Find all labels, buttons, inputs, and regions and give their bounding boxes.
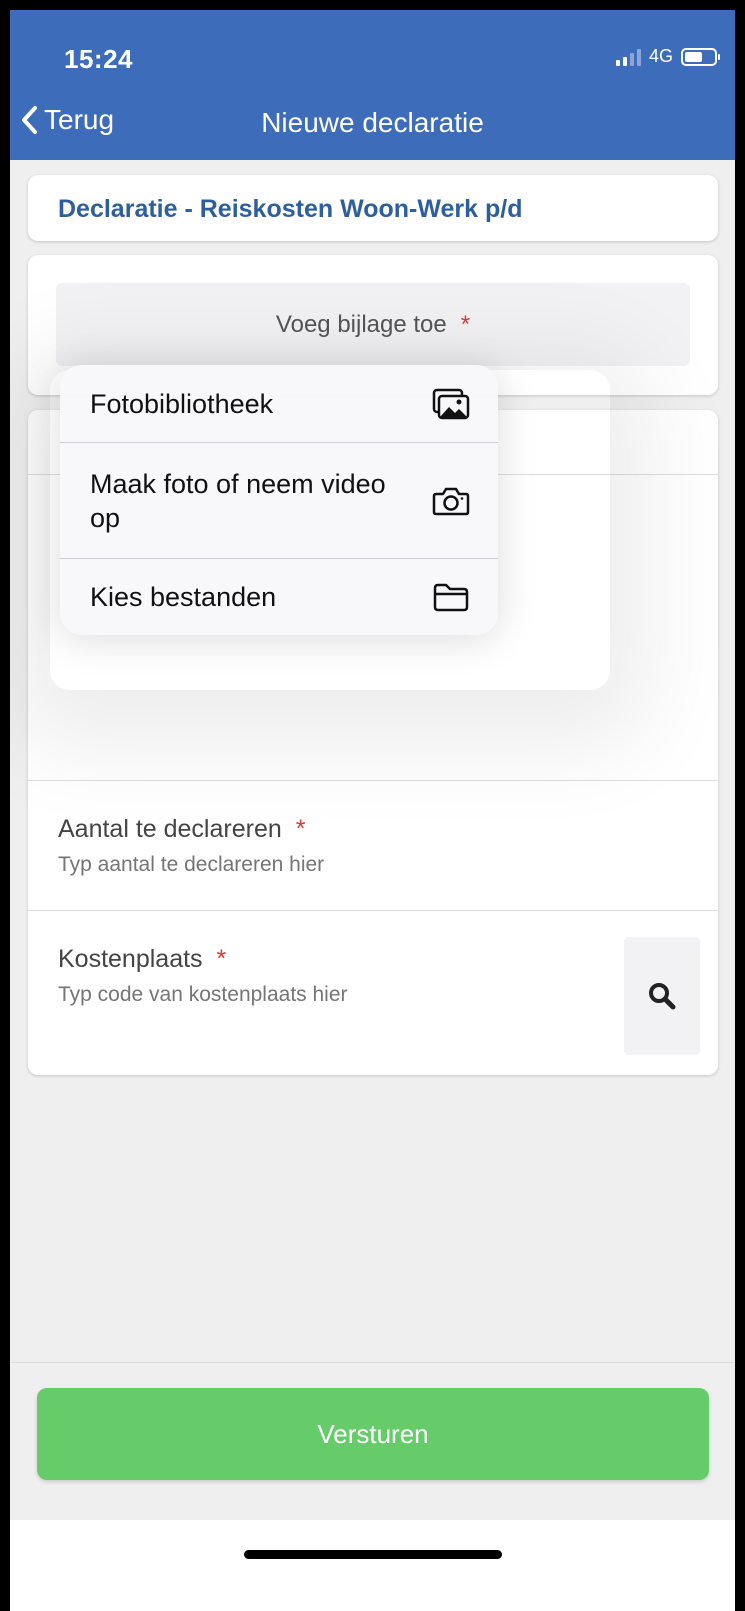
menu-item-choose-files[interactable]: Kies bestanden xyxy=(60,558,498,635)
menu-item-label: Maak foto of neem video op xyxy=(90,468,386,533)
cost-center-label: Kostenplaats * xyxy=(58,945,226,974)
search-icon xyxy=(649,983,676,1010)
photo-library-icon xyxy=(432,388,470,419)
required-mark: * xyxy=(295,815,306,843)
add-attachment-label: Voeg bijlage toe xyxy=(275,310,447,338)
camera-icon xyxy=(432,487,470,515)
folder-icon xyxy=(433,583,469,612)
menu-item-camera[interactable]: Maak foto of neem video op xyxy=(60,442,498,558)
signal-icon xyxy=(615,48,641,66)
cost-center-search-button[interactable] xyxy=(624,937,700,1055)
submit-button[interactable]: Versturen xyxy=(37,1388,709,1480)
screen: 15:24 4G Terug Nieuwe declaratie Declara… xyxy=(10,10,735,1611)
amount-label: Aantal te declareren * xyxy=(58,815,306,844)
page-title: Nieuwe declaratie xyxy=(261,107,484,138)
declaration-type-card: Declaratie - Reiskosten Woon-Werk p/d xyxy=(28,175,718,241)
required-mark: * xyxy=(460,310,471,338)
menu-item-photo-library[interactable]: Fotobibliotheek xyxy=(60,365,498,442)
required-mark: * xyxy=(216,945,227,973)
menu-item-label: Kies bestanden xyxy=(90,582,277,612)
cost-center-label-text: Kostenplaats xyxy=(58,945,203,973)
home-indicator[interactable] xyxy=(244,1550,502,1559)
status-indicators: 4G xyxy=(615,46,720,67)
battery-icon xyxy=(681,47,720,66)
attachment-menu: Fotobibliotheek Maak foto of neem video … xyxy=(60,365,498,635)
declaration-type: Declaratie - Reiskosten Woon-Werk p/d xyxy=(58,195,523,223)
add-attachment-button[interactable]: Voeg bijlage toe * xyxy=(56,283,690,366)
app-header: 15:24 4G Terug Nieuwe declaratie xyxy=(10,10,735,160)
amount-input[interactable] xyxy=(58,853,578,877)
amount-label-text: Aantal te declareren xyxy=(58,815,282,843)
network-type: 4G xyxy=(648,46,673,66)
menu-item-label: Fotobibliotheek xyxy=(90,388,274,419)
bottom-divider xyxy=(10,1362,735,1363)
cost-center-input[interactable] xyxy=(58,983,578,1007)
amount-field: Aantal te declareren * xyxy=(28,780,718,910)
cost-center-field: Kostenplaats * xyxy=(28,910,718,1075)
home-indicator-area xyxy=(10,1520,735,1611)
status-time: 15:24 xyxy=(64,44,133,74)
